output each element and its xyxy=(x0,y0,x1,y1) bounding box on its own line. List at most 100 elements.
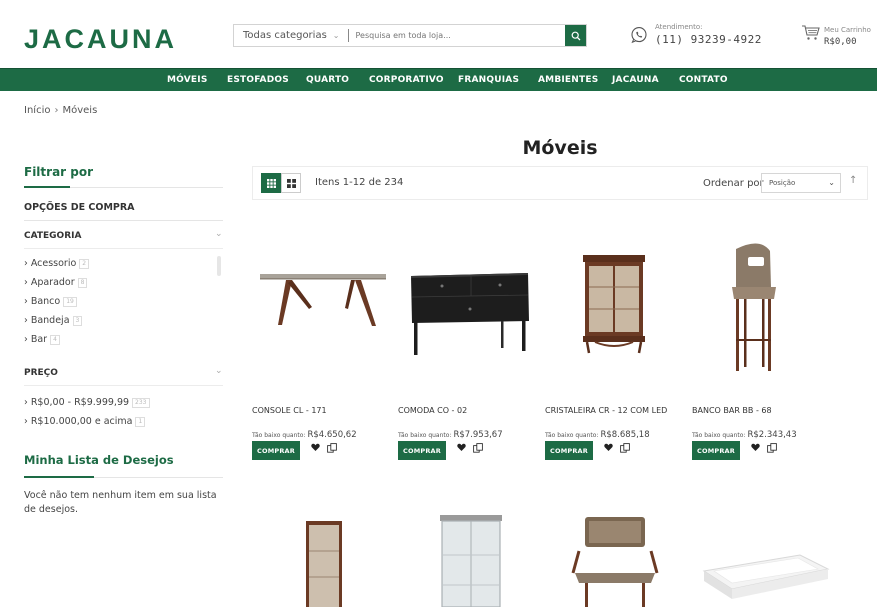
page-title: Móveis xyxy=(522,137,598,159)
whatsapp-icon[interactable] xyxy=(630,26,648,44)
breadcrumb: Início › Móveis xyxy=(24,105,97,116)
category-label: › Acessorio xyxy=(24,258,77,269)
count-badge: 2 xyxy=(79,258,90,269)
list-view-icon xyxy=(286,178,296,188)
price-label: Tão baixo quanto: xyxy=(398,432,452,439)
heart-icon[interactable] xyxy=(604,443,613,452)
price-value: R$4.650,62 xyxy=(307,430,357,440)
breadcrumb-current: Móveis xyxy=(62,105,98,116)
search-button[interactable] xyxy=(565,25,586,46)
product-price: Tão baixo quanto: R$4.650,62 xyxy=(252,422,357,441)
price-range-item[interactable]: › R$0,00 - R$9.999,99 233 xyxy=(24,397,150,408)
product-image[interactable] xyxy=(398,235,538,385)
category-item-bar[interactable]: › Bar 4 xyxy=(24,334,60,345)
search-category-select[interactable]: Todas categorias ⌄ xyxy=(234,30,340,41)
search-icon xyxy=(571,31,580,40)
price-range-label: › R$10.000,00 e acima xyxy=(24,416,133,427)
chevron-down-icon: ⌄ xyxy=(828,178,835,187)
products-toolbar: Itens 1-12 de 234 Ordenar por Posição ⌄ … xyxy=(252,166,868,200)
breadcrumb-separator: › xyxy=(54,105,59,116)
product-price: Tão baixo quanto: R$8.685,18 xyxy=(545,422,650,441)
count-badge: 4 xyxy=(50,334,60,345)
cart-total[interactable]: R$0,00 xyxy=(824,37,857,47)
search-divider xyxy=(347,29,349,42)
nav-item-moveis[interactable]: MÓVEIS xyxy=(167,75,208,85)
price-value: R$2.343,43 xyxy=(747,430,797,440)
compare-icon[interactable] xyxy=(473,443,483,453)
product-image[interactable] xyxy=(398,507,538,607)
cart-icon[interactable] xyxy=(801,24,821,42)
nav-item-quarto[interactable]: QUARTO xyxy=(306,75,349,85)
filter-title: Filtrar por xyxy=(24,165,94,179)
product-image[interactable] xyxy=(252,507,392,607)
product-price: Tão baixo quanto: R$2.343,43 xyxy=(692,422,797,441)
chevron-down-icon[interactable]: ⌄ xyxy=(215,366,223,376)
nav-item-corporativo[interactable]: CORPORATIVO xyxy=(369,75,444,85)
sort-select[interactable]: Posição ⌄ xyxy=(761,173,841,193)
sort-label: Ordenar por xyxy=(703,178,764,189)
price-label: Tão baixo quanto: xyxy=(545,432,599,439)
product-image[interactable] xyxy=(545,507,685,607)
count-badge: 233 xyxy=(132,397,150,408)
category-label: › Aparador xyxy=(24,277,75,288)
chevron-down-icon[interactable]: ⌄ xyxy=(215,229,223,239)
product-image[interactable] xyxy=(692,235,832,385)
wishlist-title: Minha Lista de Desejos xyxy=(24,453,174,467)
nav-item-jacauna[interactable]: JACAUNA xyxy=(612,75,659,85)
heart-icon[interactable] xyxy=(457,443,466,452)
product-name[interactable]: COMODA CO - 02 xyxy=(398,406,467,415)
compare-icon[interactable] xyxy=(620,443,630,453)
nav-item-estofados[interactable]: ESTOFADOS xyxy=(227,75,289,85)
search-category-label: Todas categorias xyxy=(243,30,327,41)
wishlist-empty-text: Você não tem nenhum item em sua lista de… xyxy=(24,490,217,515)
product-name[interactable]: CONSOLE CL - 171 xyxy=(252,406,327,415)
product-name[interactable]: BANCO BAR BB - 68 xyxy=(692,406,772,415)
price-value: R$8.685,18 xyxy=(600,430,650,440)
category-label: › Banco xyxy=(24,296,61,307)
count-badge: 3 xyxy=(72,315,83,326)
cart-label[interactable]: Meu Carrinho xyxy=(824,26,871,34)
price-label: Tão baixo quanto: xyxy=(252,432,306,439)
buy-button[interactable]: COMPRAR xyxy=(252,441,300,460)
contact-label: Atendimento: xyxy=(655,23,703,31)
compare-icon[interactable] xyxy=(327,443,337,453)
filter-price-toggle[interactable]: PREÇO xyxy=(24,368,58,378)
category-item-acessorio[interactable]: › Acessorio 2 xyxy=(24,258,90,269)
breadcrumb-home[interactable]: Início xyxy=(24,105,50,116)
product-image[interactable] xyxy=(252,235,392,385)
nav-item-franquias[interactable]: FRANQUIAS xyxy=(458,75,519,85)
category-scrollbar[interactable] xyxy=(217,256,221,276)
shopping-options-title: OPÇÕES DE COMPRA xyxy=(24,202,135,213)
category-item-banco[interactable]: › Banco 19 xyxy=(24,296,77,307)
filter-category-toggle[interactable]: CATEGORIA xyxy=(24,231,81,241)
nav-item-ambientes[interactable]: AMBIENTES xyxy=(538,75,598,85)
category-item-aparador[interactable]: › Aparador 8 xyxy=(24,277,88,288)
buy-button[interactable]: COMPRAR xyxy=(398,441,446,460)
product-image[interactable] xyxy=(545,235,685,385)
price-range-item[interactable]: › R$10.000,00 e acima 1 xyxy=(24,416,146,427)
heart-icon[interactable] xyxy=(311,443,320,452)
items-count: Itens 1-12 de 234 xyxy=(315,177,404,188)
price-value: R$7.953,67 xyxy=(453,430,503,440)
product-image[interactable] xyxy=(692,507,832,607)
category-item-bandeja[interactable]: › Bandeja 3 xyxy=(24,315,83,326)
divider xyxy=(24,385,223,386)
search-input[interactable] xyxy=(355,25,565,46)
sort-arrow-icon[interactable]: ↑ xyxy=(849,175,857,186)
buy-button[interactable]: COMPRAR xyxy=(545,441,593,460)
compare-icon[interactable] xyxy=(767,443,777,453)
logo[interactable]: JACAUNA xyxy=(24,24,177,55)
contact-phone[interactable]: (11) 93239-4922 xyxy=(655,33,762,46)
nav-item-contato[interactable]: CONTATO xyxy=(679,75,728,85)
divider xyxy=(24,248,223,249)
search-bar: Todas categorias ⌄ xyxy=(233,24,587,47)
buy-button[interactable]: COMPRAR xyxy=(692,441,740,460)
category-label: › Bar xyxy=(24,334,48,345)
category-label: › Bandeja xyxy=(24,315,70,326)
heart-icon[interactable] xyxy=(751,443,760,452)
grid-view-button[interactable] xyxy=(261,173,281,193)
grid-view-icon xyxy=(266,178,276,188)
product-name[interactable]: CRISTALEIRA CR - 12 COM LED xyxy=(545,406,667,415)
list-view-button[interactable] xyxy=(281,173,301,193)
count-badge: 1 xyxy=(135,416,146,427)
